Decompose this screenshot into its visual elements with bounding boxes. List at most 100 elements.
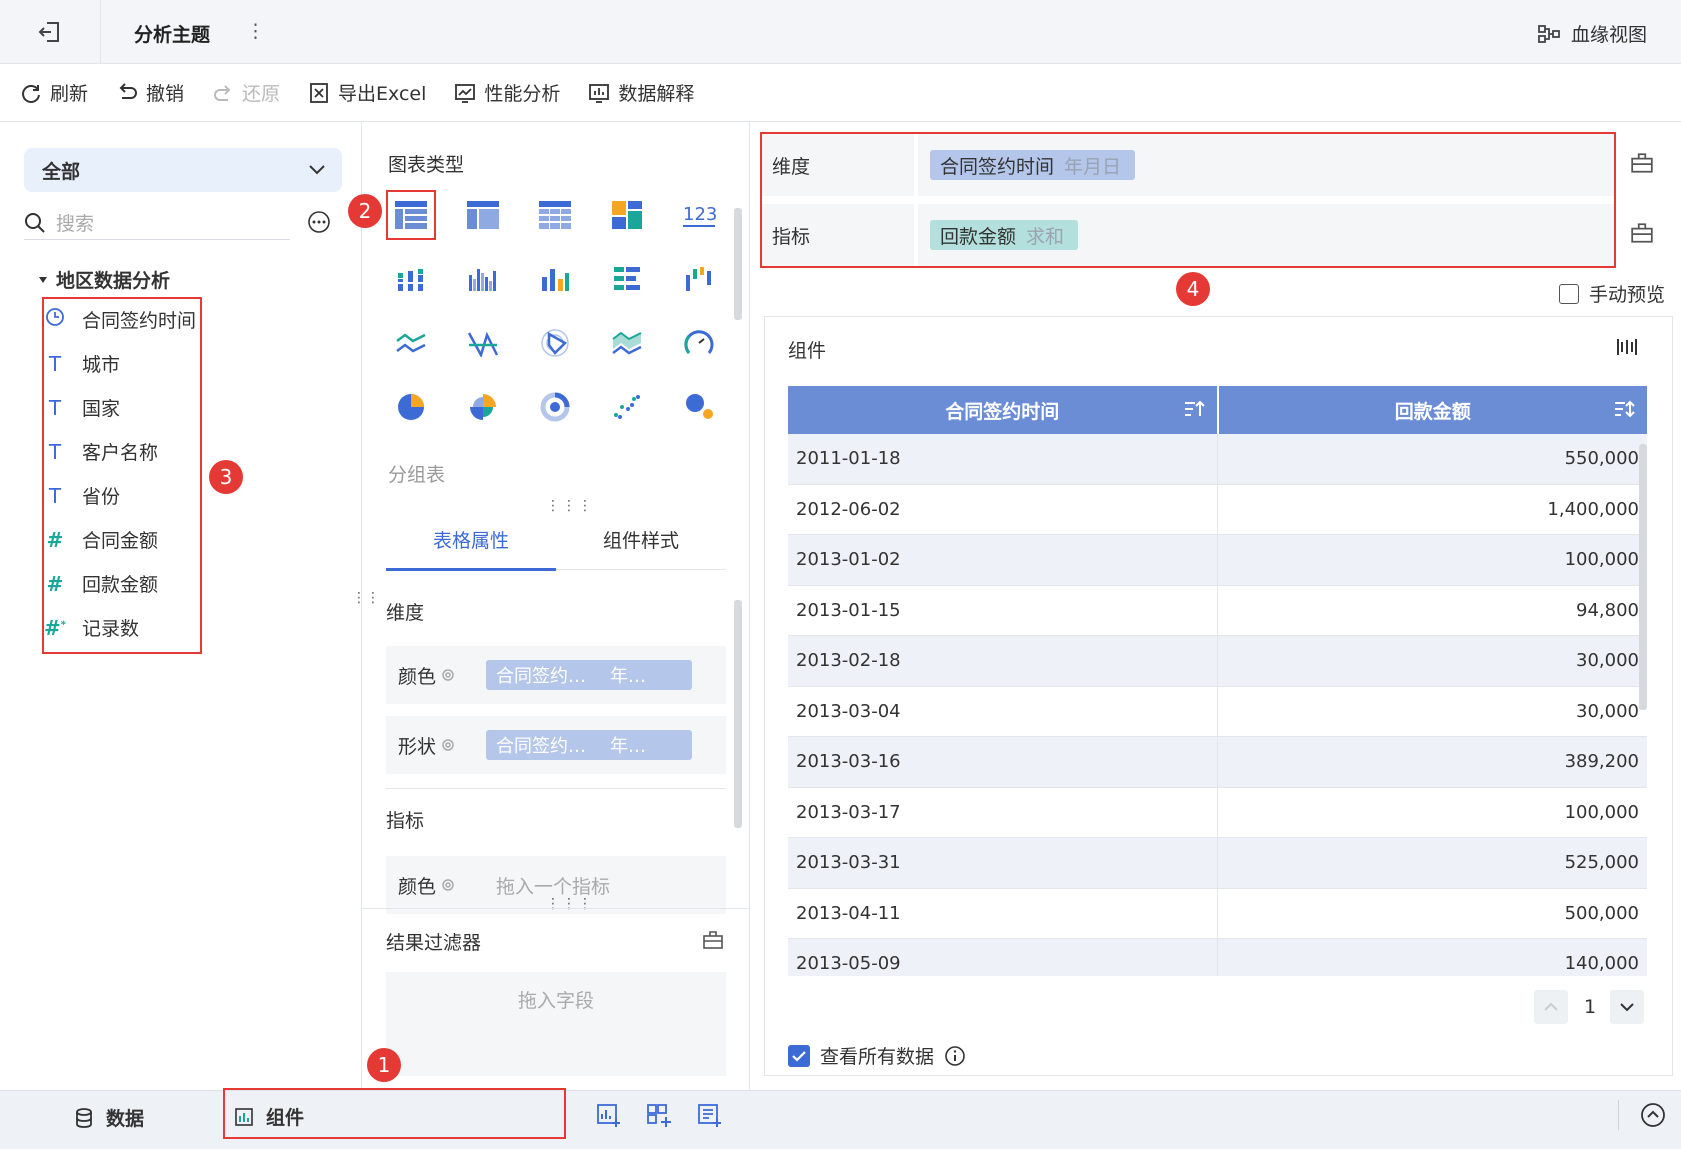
title-bar: 分析主题 ⋮ 血缘视图 — [0, 0, 1681, 64]
annotation-badge-1: 1 — [367, 1048, 401, 1082]
search-input[interactable]: 搜索 — [56, 209, 94, 236]
redo-button[interactable]: 还原 — [212, 79, 280, 106]
color-dimension-row[interactable]: 颜色 合同签约… 年… — [386, 646, 726, 704]
line-chart-icon[interactable] — [389, 321, 433, 365]
properties-scrollbar[interactable] — [734, 600, 742, 828]
rose-chart-icon[interactable] — [461, 385, 505, 429]
divider — [1618, 1100, 1619, 1130]
grouped-bar-icon[interactable] — [461, 257, 505, 301]
column-width-icon[interactable] — [1616, 336, 1638, 363]
waterfall-chart-icon[interactable] — [677, 257, 721, 301]
export-excel-button[interactable]: 导出Excel — [308, 79, 426, 106]
dashboard-card-icon[interactable] — [605, 193, 649, 237]
undo-button[interactable]: 撤销 — [116, 79, 184, 106]
date-cell: 2013-03-17 — [788, 787, 1218, 837]
data-explain-button[interactable]: 数据解释 — [588, 79, 694, 106]
split-handle[interactable]: ⋮⋮⋮ — [546, 896, 594, 912]
pie-chart-icon[interactable] — [389, 385, 433, 429]
color-property: 颜色 — [398, 662, 486, 689]
manual-preview-label: 手动预览 — [1588, 284, 1665, 306]
gauge-chart-icon[interactable] — [677, 321, 721, 365]
performance-analysis-button[interactable]: 性能分析 — [454, 79, 560, 106]
sort-icon[interactable] — [1613, 398, 1635, 420]
refresh-button[interactable]: 刷新 — [20, 79, 88, 106]
table-row[interactable]: 2011-01-18 550,000 — [788, 434, 1647, 485]
color-property: 颜色 — [398, 872, 486, 899]
annotation-box-1 — [223, 1088, 566, 1139]
horizontal-bar-icon[interactable] — [605, 257, 649, 301]
add-filter-component-icon[interactable] — [646, 1102, 672, 1133]
column-header[interactable]: 回款金额 — [1219, 386, 1648, 434]
result-filter-dropzone[interactable]: 拖入字段 — [386, 972, 726, 1076]
radar-line-icon[interactable] — [461, 321, 505, 365]
date-cell: 2013-01-15 — [788, 585, 1218, 635]
color-dimension-chip[interactable]: 合同签约… 年… — [486, 660, 692, 690]
table-row[interactable]: 2013-03-04 30,000 — [788, 686, 1647, 737]
tab-component-style[interactable]: 组件样式 — [603, 526, 679, 553]
performance-icon — [455, 83, 476, 103]
table-row[interactable]: 2012-06-02 1,400,000 — [788, 484, 1647, 535]
table-row[interactable]: 2013-03-31 525,000 — [788, 838, 1647, 889]
more-menu-icon[interactable]: ⋮ — [246, 20, 265, 42]
panel-resize-handle[interactable]: ⋮⋮ — [352, 591, 380, 618]
date-cell: 2011-01-18 — [788, 434, 1218, 484]
table-row[interactable]: 2013-03-17 100,000 — [788, 787, 1647, 838]
column-header[interactable]: 合同签约时间 — [788, 386, 1219, 434]
collapse-panel-icon[interactable] — [1640, 1102, 1666, 1133]
data-tab-label: 数据 — [106, 1108, 145, 1130]
exit-icon[interactable] — [36, 18, 64, 46]
sort-asc-icon[interactable] — [1183, 398, 1205, 420]
scatter-chart-icon[interactable] — [605, 385, 649, 429]
scope-select[interactable]: 全部 — [24, 148, 342, 192]
add-chart-icon[interactable] — [596, 1102, 622, 1133]
more-options-icon[interactable] — [307, 210, 331, 234]
manual-preview-checkbox[interactable] — [1558, 283, 1579, 304]
manual-preview-toggle[interactable]: 手动预览 — [1558, 280, 1665, 307]
shape-dimension-row[interactable]: 形状 合同签约… 年… — [386, 716, 726, 774]
table-row[interactable]: 2013-05-09 140,000 — [788, 939, 1647, 976]
prev-page-button[interactable] — [1534, 990, 1568, 1024]
filter-settings-icon[interactable] — [702, 930, 724, 955]
view-all-checkbox[interactable] — [788, 1044, 810, 1067]
page-number: 1 — [1584, 996, 1597, 1018]
divider — [386, 788, 726, 789]
amount-cell: 550,000 — [1564, 448, 1639, 470]
field-search[interactable]: 搜索 — [24, 206, 290, 240]
chart-types-scrollbar[interactable] — [734, 208, 742, 320]
scope-select-value: 全部 — [42, 160, 81, 183]
table-scrollbar[interactable] — [1639, 444, 1647, 710]
kpi-number-icon[interactable]: 123 — [677, 193, 721, 237]
bar-chart-icon[interactable] — [533, 257, 577, 301]
table-row[interactable]: 2013-03-16 389,200 — [788, 737, 1647, 788]
table-row[interactable]: 2013-04-11 500,000 — [788, 888, 1647, 939]
radar-chart-icon[interactable] — [533, 321, 577, 365]
dimension-settings-icon[interactable] — [1630, 152, 1656, 178]
date-cell: 2013-03-31 — [788, 838, 1218, 888]
table-row[interactable]: 2013-01-15 94,800 — [788, 585, 1647, 636]
view-all-data-toggle[interactable]: 查看所有数据 — [788, 1042, 966, 1069]
annotation-box-3 — [42, 297, 202, 654]
grouped-table-icon[interactable] — [389, 193, 433, 237]
result-filter-title: 结果过滤器 — [386, 932, 482, 954]
check-icon — [792, 1050, 806, 1062]
detail-table-icon[interactable] — [461, 193, 505, 237]
bubble-chart-icon[interactable] — [677, 385, 721, 429]
tab-table-properties[interactable]: 表格属性 — [433, 526, 509, 553]
tree-group-title[interactable]: 地区数据分析 — [38, 266, 170, 293]
amount-cell: 140,000 — [1564, 953, 1639, 975]
amount-cell: 389,200 — [1564, 751, 1639, 773]
data-tab[interactable]: 数据 — [74, 1104, 144, 1131]
table-row[interactable]: 2013-01-02 100,000 — [788, 535, 1647, 586]
donut-chart-icon[interactable] — [533, 385, 577, 429]
lineage-view-button[interactable]: 血缘视图 — [1537, 20, 1647, 47]
area-chart-icon[interactable] — [605, 321, 649, 365]
next-page-button[interactable] — [1610, 990, 1644, 1024]
shape-dimension-chip[interactable]: 合同签约… 年… — [486, 730, 692, 760]
table-row[interactable]: 2013-02-18 30,000 — [788, 636, 1647, 687]
measure-settings-icon[interactable] — [1630, 222, 1656, 248]
cross-table-icon[interactable] — [533, 193, 577, 237]
add-text-component-icon[interactable] — [697, 1102, 723, 1133]
info-icon[interactable] — [944, 1045, 966, 1067]
stacked-bar-icon[interactable] — [389, 257, 433, 301]
date-cell: 2013-04-11 — [788, 888, 1218, 938]
